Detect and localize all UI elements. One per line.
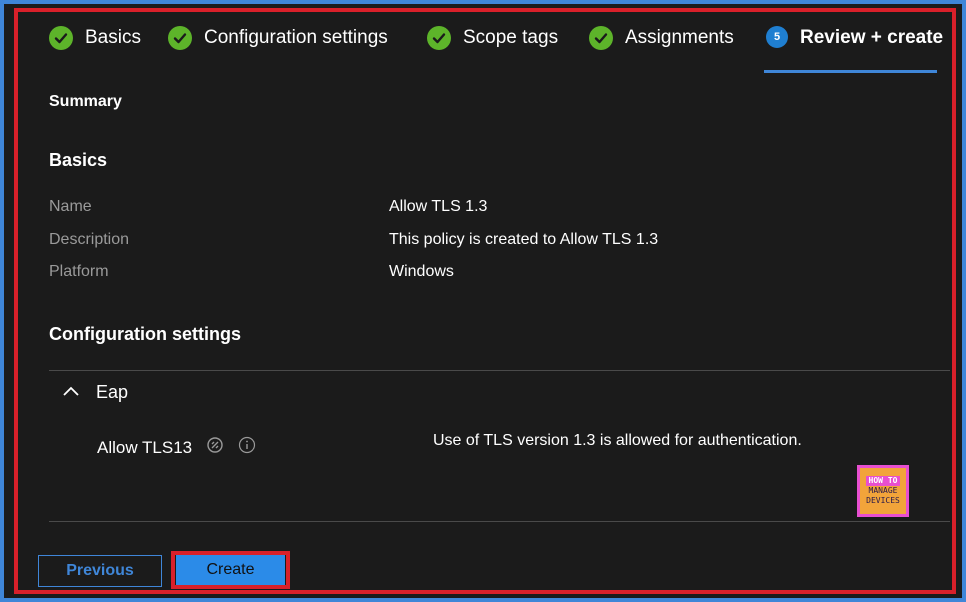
field-label-platform: Platform	[49, 263, 109, 280]
divider	[49, 521, 950, 522]
field-value-description: This policy is created to Allow TLS 1.3	[389, 231, 659, 248]
tab-configuration-settings[interactable]: Configuration settings	[168, 26, 388, 74]
divider	[49, 370, 950, 371]
summary-heading: Summary	[49, 93, 122, 110]
setting-name-label: Allow TLS13	[97, 437, 193, 457]
tab-scope-tags[interactable]: Scope tags	[427, 26, 558, 74]
setting-allow-tls13: Allow TLS13	[97, 436, 256, 459]
eap-group-toggle[interactable]: Eap	[62, 382, 128, 403]
field-label-name: Name	[49, 198, 92, 215]
setting-value: Use of TLS version 1.3 is allowed for au…	[433, 432, 802, 449]
tab-label: Assignments	[625, 27, 734, 48]
copilot-icon[interactable]	[206, 436, 224, 459]
check-icon	[427, 26, 451, 50]
tab-label: Configuration settings	[204, 27, 388, 48]
step-number-badge: 5	[766, 26, 788, 48]
tab-basics[interactable]: Basics	[49, 26, 141, 74]
tab-review-create[interactable]: 5 Review + create	[766, 26, 943, 74]
logo-line-2: MANAGE	[868, 486, 898, 495]
create-button[interactable]: Create	[176, 555, 285, 585]
info-icon[interactable]	[238, 436, 256, 459]
basics-heading: Basics	[49, 150, 108, 170]
check-icon	[168, 26, 192, 50]
tab-assignments[interactable]: Assignments	[589, 26, 734, 74]
chevron-up-icon	[62, 384, 80, 402]
field-label-description: Description	[49, 231, 130, 248]
logo-line-1: HOW TO	[865, 476, 901, 486]
previous-button[interactable]: Previous	[38, 555, 162, 587]
field-value-platform: Windows	[389, 263, 454, 280]
active-tab-indicator	[764, 70, 937, 73]
tab-label: Basics	[85, 27, 141, 48]
eap-group-label: Eap	[96, 382, 129, 402]
tab-label: Scope tags	[463, 27, 559, 48]
howto-manage-devices-logo: HOW TO MANAGE DEVICES	[857, 465, 909, 517]
tab-label: Review + create	[800, 27, 944, 48]
check-icon	[49, 26, 73, 50]
field-value-name: Allow TLS 1.3	[389, 198, 488, 215]
check-icon	[589, 26, 613, 50]
logo-line-3: DEVICES	[866, 496, 900, 505]
configuration-settings-heading: Configuration settings	[49, 324, 241, 344]
wizard-panel	[18, 12, 952, 590]
